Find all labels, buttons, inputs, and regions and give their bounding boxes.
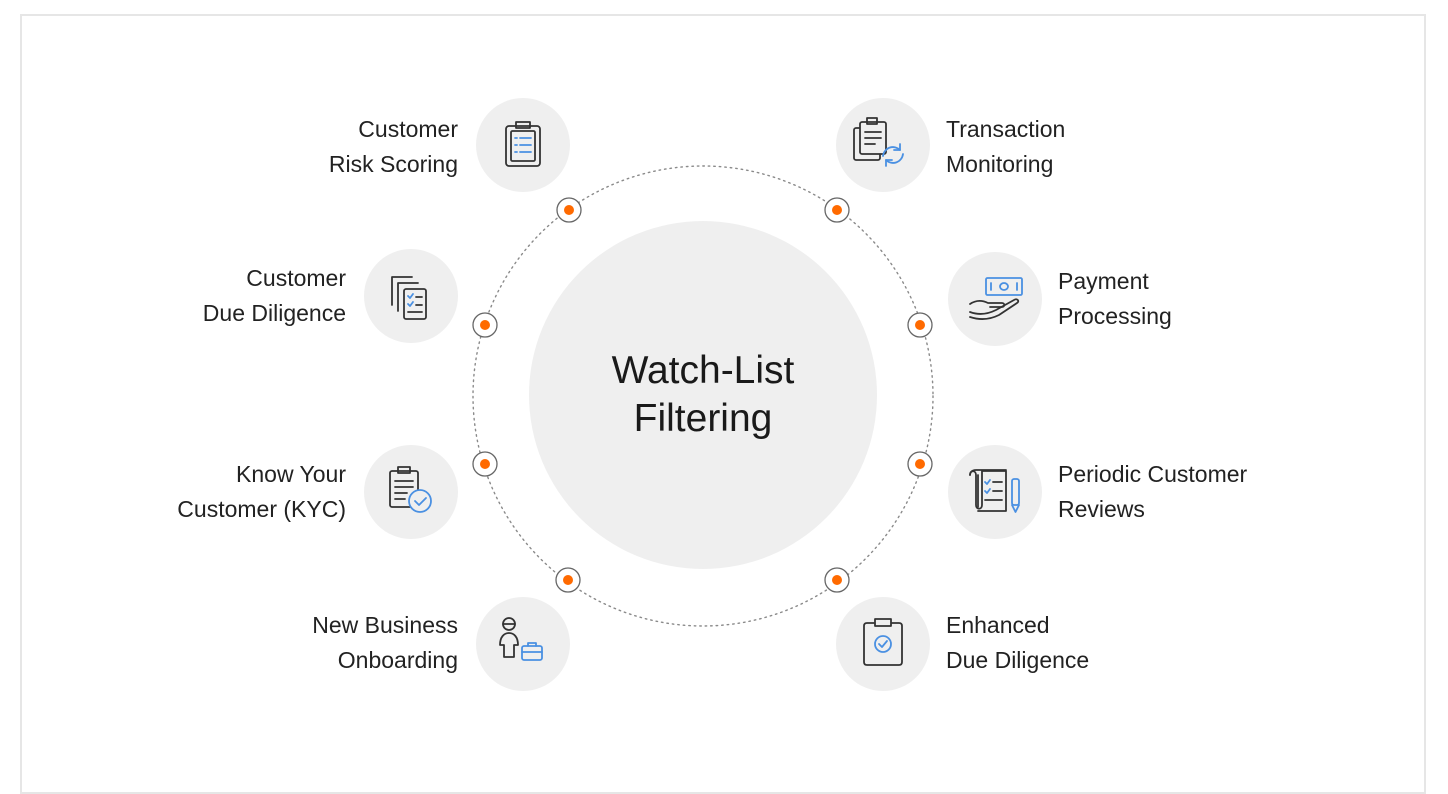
label-periodic-customer-reviews: Periodic Customer Reviews <box>1058 461 1248 522</box>
ring-node-5 <box>824 197 850 223</box>
label-customer-due-diligence: Customer Due Diligence <box>202 265 346 326</box>
center-title-line1: Watch-List <box>611 349 795 392</box>
document-refresh-icon <box>836 98 930 192</box>
ring-node-1 <box>556 197 582 223</box>
center-hub: Watch-List Filtering <box>529 221 877 569</box>
person-briefcase-icon <box>476 597 570 691</box>
ring-node-4 <box>555 567 581 593</box>
clipboard-list-icon <box>476 98 570 192</box>
ring-node-3 <box>472 451 498 477</box>
label-transaction-monitoring: Transaction Monitoring <box>946 116 1066 177</box>
clipboard-check-icon <box>836 597 930 691</box>
ring-node-7 <box>907 451 933 477</box>
label-payment-processing: Payment Processing <box>1058 268 1172 329</box>
ring-node-2 <box>472 312 498 338</box>
hand-money-icon <box>948 252 1042 346</box>
ring-node-8 <box>824 567 850 593</box>
center-title-line2: Filtering <box>633 397 773 440</box>
label-know-your-customer: Know Your Customer (KYC) <box>177 461 346 522</box>
document-check-icon <box>364 445 458 539</box>
scroll-pen-icon <box>948 445 1042 539</box>
stacked-checklist-icon <box>364 249 458 343</box>
ring-node-6 <box>907 312 933 338</box>
label-new-business-onboarding: New Business Onboarding <box>312 612 458 673</box>
label-enhanced-due-diligence: Enhanced Due Diligence <box>946 612 1090 673</box>
label-customer-risk-scoring: Customer Risk Scoring <box>328 116 458 177</box>
